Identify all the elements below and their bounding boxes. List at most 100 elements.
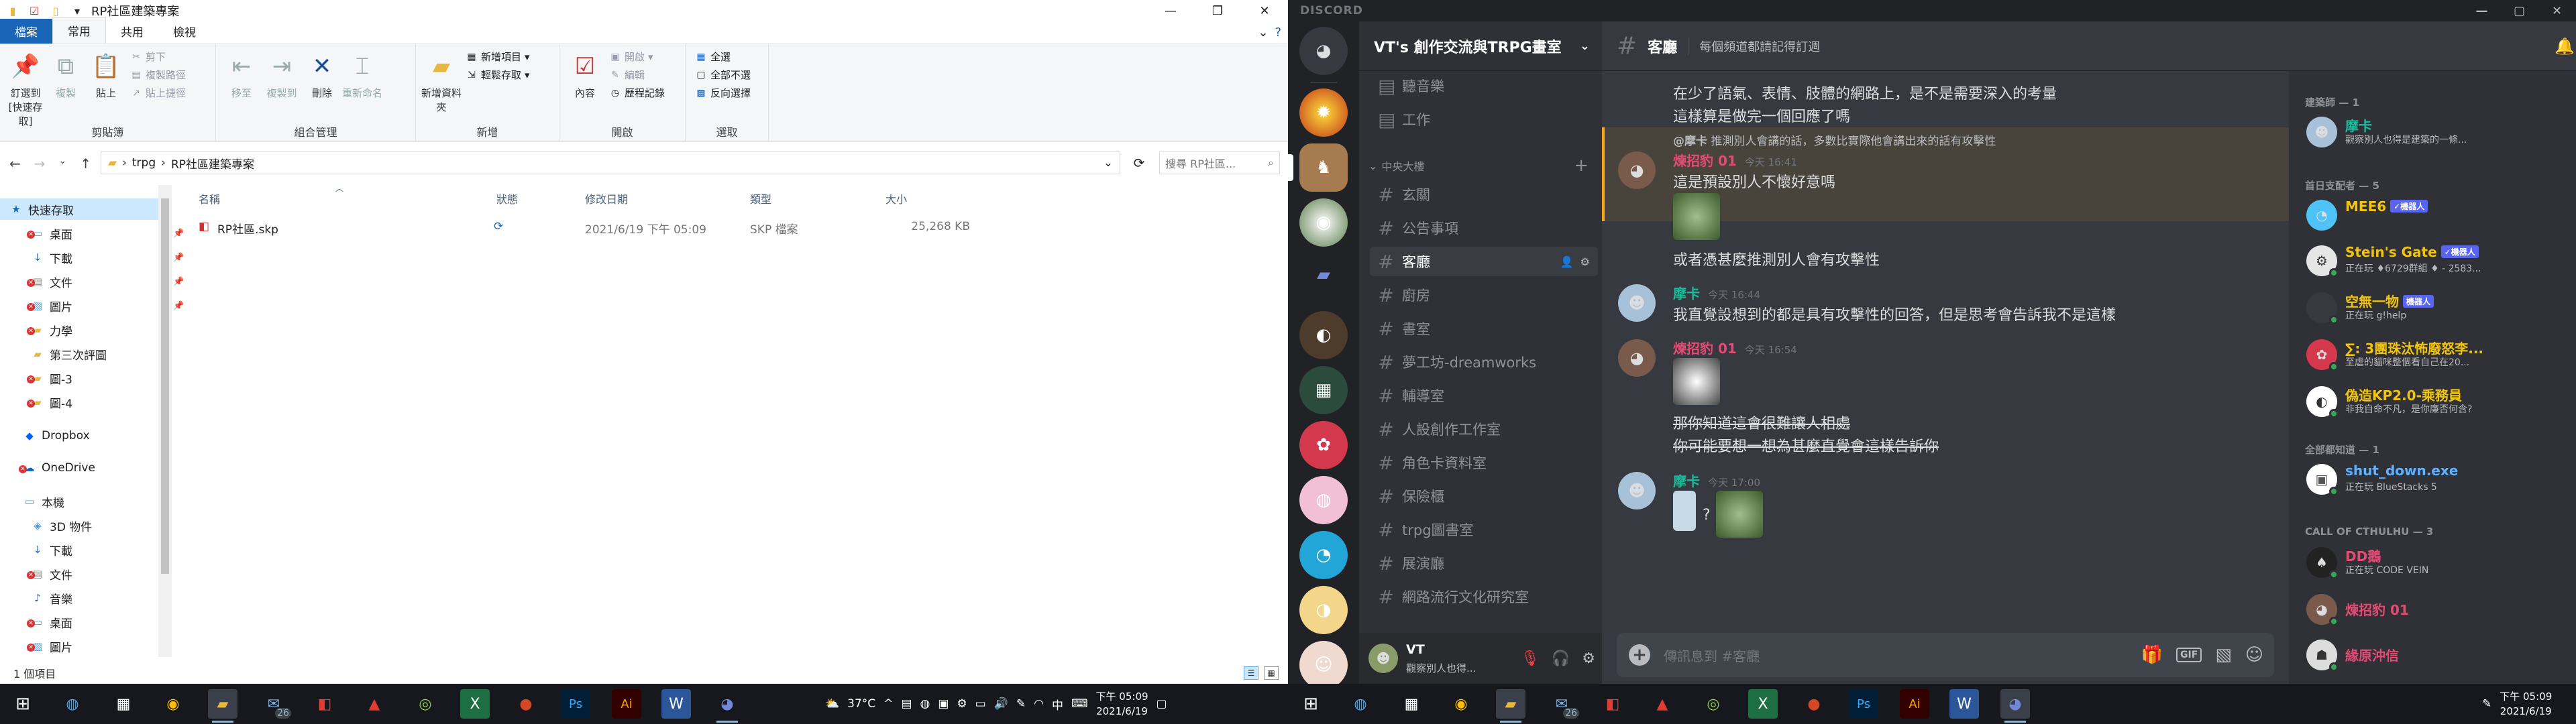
acrobat-icon[interactable]: ▲ [1648,689,1677,719]
member-item[interactable]: ♠ DD鵝 正在玩 CODE VEIN [2302,543,2571,581]
sticker-image[interactable] [1716,491,1763,538]
pin-icon[interactable]: 📌 [173,301,184,311]
server-icon-2[interactable]: ♞ [1299,143,1348,192]
member-item[interactable]: ☻ 摩卡 觀察別人也得是建築的一條... [2302,113,2571,150]
nav-3d-objects[interactable]: ◈ 3D 物件 [31,515,92,536]
nav-documents[interactable]: ▤ ✕ 文件 📌 [27,271,184,292]
open-button[interactable]: ▣ 開啟 ▾ [609,50,665,64]
tray-icon[interactable]: ▣ [938,697,949,711]
new-folder-qa-icon[interactable]: ▯ [48,3,63,18]
acrobat-icon[interactable]: ▲ [360,689,389,719]
channel-0[interactable]: # 玄關 [1370,180,1598,209]
nav-onedrive[interactable]: ☁ ✕ OneDrive [19,457,95,479]
sketchup-icon[interactable]: ◧ [1598,689,1627,719]
server-icon-4[interactable]: ◐ [1299,311,1348,359]
refresh-icon[interactable]: ⟳ [1127,152,1151,174]
cut-button[interactable]: ✂ 剪下 [130,50,186,64]
keyboard-icon[interactable]: ⌨ [1071,697,1088,711]
tiles-view-icon[interactable]: ▦ [1264,666,1279,680]
powerpoint-icon[interactable]: ● [511,689,541,719]
mail-icon[interactable]: ✉ 26 [259,689,291,719]
nav-pc-pictures[interactable]: ▨ ✕ 圖片 [27,636,72,657]
tray-icon[interactable]: ▤ [901,697,912,711]
chevron-up-icon[interactable]: ^ [883,697,893,711]
nav-quick-access[interactable]: ★ 快速存取 [0,198,158,220]
channel-11[interactable]: # 展演廳 [1370,548,1598,578]
server-icon-8[interactable]: ◔ [1299,531,1348,579]
channel-topic[interactable]: 每個頻道都請記得訂週 [1688,37,1820,55]
nav-music[interactable]: ♪ 音樂 [31,587,72,609]
maximize-button[interactable]: ▢ [2501,0,2538,21]
maximize-button[interactable]: ❐ [1194,0,1241,21]
address-dropdown-icon[interactable]: ⌄ [1104,156,1113,170]
server-icon-1[interactable]: ✹ [1299,88,1348,137]
forward-arrow-icon[interactable]: → [34,156,46,172]
weather-icon[interactable]: ⛅ [825,697,839,711]
mute-mic-icon[interactable]: 🎙 [1521,650,1540,667]
illustrator-icon[interactable]: Ai [612,689,641,719]
wifi-icon[interactable]: ◠ [1034,697,1044,711]
discord-icon[interactable]: ◕ [2000,689,2030,723]
minimize-button[interactable]: — [2463,0,2501,21]
tab-file[interactable]: 檔案 [0,19,52,44]
channel-5[interactable]: # 夢工坊-dreamworks [1370,347,1598,377]
nav-this-pc[interactable]: ▭ 本機 [23,491,64,512]
select-all-button[interactable]: ▦ 全選 [695,50,751,64]
channel-2[interactable]: # 客廳 👤 ⚙ [1370,247,1598,276]
tab-share[interactable]: 共用 [106,19,158,44]
avatar[interactable]: ☻ [1618,284,1656,322]
scrollbar-thumb[interactable] [161,198,169,574]
details-view-icon[interactable]: ☰ [1244,666,1258,680]
breadcrumb-trpg[interactable]: trpg [132,156,156,170]
message-input[interactable]: + 傳訊息到 #客廳 🎁 GIF ▧ ☺ [1617,633,2274,677]
tray-icon[interactable]: ⚙ [957,697,967,711]
pin-icon[interactable]: 📌 [173,277,184,287]
guild-header[interactable]: VT's 創作交流與TRPG畫室 ⌄ [1359,21,1602,71]
app-icon-2[interactable]: ◎ [411,689,440,719]
close-button[interactable]: ✕ [2538,0,2576,21]
edge-icon[interactable]: ◍ [1346,689,1375,719]
minimize-button[interactable]: — [1147,0,1194,21]
member-item[interactable]: ◔ MEE6 ✓機器人 [2302,196,2571,233]
excel-icon[interactable]: X [460,689,490,719]
member-item[interactable]: ☗ 緣原沖信 [2302,636,2571,673]
copy-path-button[interactable]: ▤ 複製路徑 [130,68,186,82]
chrome-icon[interactable]: ◉ [1446,689,1476,719]
avatar[interactable]: ◕ [1618,152,1656,189]
nav-folder-fig3[interactable]: ▰ ✕ 圖-3 [27,367,72,389]
recent-dropdown-icon[interactable]: ⌄ [59,156,67,172]
search-input[interactable]: 搜尋 RP社區... ⌕ [1159,152,1280,174]
windows-start-icon[interactable]: ⊞ [8,689,38,719]
new-item-button[interactable]: ▦ 新增項目 ▾ [466,50,529,64]
help-icon[interactable]: ? [1275,25,1281,40]
channel-8[interactable]: # 角色卡資料室 [1370,448,1598,477]
paste-shortcut-button[interactable]: ↗ 貼上捷徑 [130,86,186,100]
nav-pictures[interactable]: ▨ ✕ 圖片 📌 [27,295,184,316]
close-button[interactable]: ✕ [1241,0,1288,21]
file-row[interactable]: ◧ RP社區.skp ⟳ 2021/6/19 下午 05:09 SKP 檔案 2… [188,216,1288,239]
app-icon-1[interactable]: ▦ [1397,689,1426,719]
mail-icon[interactable]: ✉ 26 [1547,689,1579,719]
discord-home-icon[interactable]: ◕ [1299,27,1348,75]
sketchup-icon[interactable]: ◧ [310,689,339,719]
chevron-down-icon[interactable]: ⌄ [1258,25,1268,40]
tab-home[interactable]: 常用 [52,17,106,44]
nav-pc-desktop[interactable]: ▭ ✕ 桌面 [27,611,72,633]
member-item[interactable]: 空無一物 機器人 正在玩 g!help [2302,288,2571,326]
message-author[interactable]: 煉招豹 01 今天 16:41 [1673,150,1797,170]
message-author[interactable]: 摩卡 今天 17:00 [1673,471,1760,490]
file-explorer-icon[interactable]: ▰ [208,689,237,723]
server-icon-3[interactable]: ◉ [1299,198,1348,247]
clock[interactable]: 下午 05:09 2021/6/19 [2500,689,2552,719]
headphones-icon[interactable]: 🎧 [1552,650,1570,667]
temperature[interactable]: 37°C [847,697,875,711]
column-type[interactable]: 類型 [750,190,771,206]
easy-access-button[interactable]: ⇲ 輕鬆存取 ▾ [466,68,529,82]
word-icon[interactable]: W [1949,689,1979,719]
tab-view[interactable]: 檢視 [158,19,211,44]
server-folder-icon[interactable]: ▰ [1299,256,1348,294]
sticker-icon[interactable]: ▧ [2215,645,2232,665]
illustrator-icon[interactable]: Ai [1900,689,1929,719]
member-item[interactable]: ▣ shut_down.exe 正在玩 BlueStacks 5 [2302,460,2571,497]
avatar[interactable]: ☻ [1368,644,1398,673]
